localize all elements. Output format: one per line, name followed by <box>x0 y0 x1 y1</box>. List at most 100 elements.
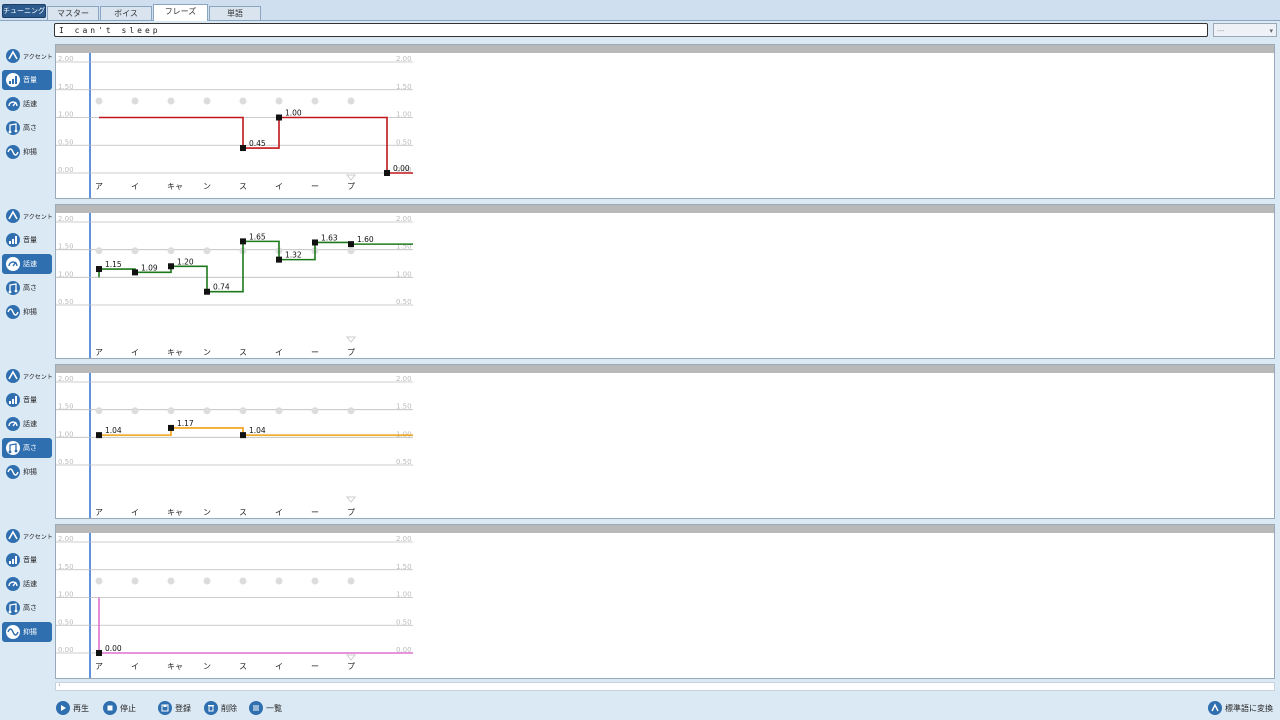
sidebar-pitch-label: 高さ <box>23 604 37 612</box>
tuning-editor-volume[interactable]: 2.00 2.00 1.50 1.50 1.00 1.00 0.50 0.50 0.00 0.00… <box>55 44 1275 199</box>
delete-icon <box>204 701 218 715</box>
stop-icon <box>103 701 117 715</box>
play-label: 再生 <box>73 703 89 713</box>
phoneme-dot <box>347 407 355 415</box>
phoneme-dot <box>203 97 211 105</box>
tuning-editor-speed[interactable]: 2.00 2.00 1.50 1.50 1.00 1.00 0.50 0.50 アイキャンスイー… <box>55 204 1275 359</box>
value-handle[interactable] <box>240 432 246 439</box>
phoneme-dot <box>95 97 103 105</box>
value-handle[interactable] <box>276 114 282 121</box>
intonation-icon <box>6 305 20 319</box>
sidebar-pitch-button[interactable]: 高さ <box>2 118 52 138</box>
sidebar-volume-label: 音量 <box>23 556 37 564</box>
sidebar-pitch-button[interactable]: 高さ <box>2 598 52 618</box>
sidebar-accent-label: アクセント <box>23 213 53 221</box>
sidebar-intonation-button[interactable]: 抑揚 <box>2 302 52 322</box>
tuning-editor-pitch[interactable]: 2.00 2.00 1.50 1.50 1.00 1.00 0.50 0.50 アイキャンスイー… <box>55 364 1275 519</box>
sidebar-volume-button[interactable]: 音量 <box>2 390 52 410</box>
tuning-graph: 2.00 2.001.50 1.501.00 1.000.50 0.50アイキャンスイー… <box>56 373 413 518</box>
tab-master[interactable]: マスター <box>47 6 99 20</box>
value-handle[interactable] <box>384 170 390 176</box>
intonation-icon <box>6 465 20 479</box>
value-handle[interactable] <box>96 650 102 656</box>
chevron-down-icon: ▾ <box>1269 27 1273 35</box>
axis-label-right: 1.00 <box>396 111 412 119</box>
kana-label: ア <box>95 348 103 357</box>
kana-label: イ <box>131 182 139 191</box>
tuning-editor-intonation[interactable]: 2.00 2.00 1.50 1.50 1.00 1.00 0.50 0.50 0.00 0.00… <box>55 524 1275 679</box>
sidebar-volume-button[interactable]: 音量 <box>2 70 52 90</box>
accent-icon <box>6 209 20 223</box>
phrase-input[interactable]: I can't sleep <box>54 23 1208 37</box>
value-handle[interactable] <box>348 241 354 248</box>
tab-phrase[interactable]: フレーズ <box>153 4 208 21</box>
axis-label-right: 2.00 <box>396 375 412 383</box>
volume-icon <box>6 393 20 407</box>
axis-label-left: 1.00 <box>58 591 74 599</box>
sidebar-speed-button[interactable]: 話速 <box>2 414 52 434</box>
value-handle[interactable] <box>276 256 282 263</box>
axis-label-left: 1.00 <box>58 270 74 278</box>
accent-icon <box>6 369 20 383</box>
value-handle[interactable] <box>168 424 174 431</box>
list-icon <box>249 701 263 715</box>
sidebar-speed-button[interactable]: 話速 <box>2 254 52 274</box>
sidebar-volume-button[interactable]: 音量 <box>2 230 52 250</box>
tuning-graph: 2.00 2.001.50 1.501.00 1.000.50 0.50アイキャンスイー… <box>56 213 413 358</box>
sidebar-intonation-button[interactable]: 抑揚 <box>2 142 52 162</box>
speed-icon <box>6 417 20 431</box>
phoneme-dot <box>311 97 319 105</box>
value-label: 1.04 <box>105 426 122 435</box>
convert-standard-button[interactable]: 標準語に変換 <box>1208 699 1273 717</box>
kana-label: プ <box>347 662 355 671</box>
value-handle[interactable] <box>204 288 210 295</box>
sidebar-volume-label: 音量 <box>23 396 37 404</box>
phoneme-dot <box>239 407 247 415</box>
value-handle[interactable] <box>240 145 246 152</box>
sidebar-pitch-label: 高さ <box>23 124 37 132</box>
sidebar-intonation-button[interactable]: 抑揚 <box>2 622 52 642</box>
sidebar-volume-button[interactable]: 音量 <box>2 550 52 570</box>
delete-button[interactable]: 削除 <box>204 699 237 717</box>
horizontal-scrollbar[interactable]: ‹ <box>55 681 1275 691</box>
sidebar-pitch-button[interactable]: 高さ <box>2 278 52 298</box>
kana-label: ア <box>95 662 103 671</box>
sidebar-accent-button[interactable]: アクセント <box>2 46 53 66</box>
sidebar-accent-button[interactable]: アクセント <box>2 206 53 226</box>
value-handle[interactable] <box>132 269 138 276</box>
value-handle[interactable] <box>240 238 246 245</box>
editor-ruler <box>56 45 1274 53</box>
tab-word[interactable]: 単語 <box>209 6 261 20</box>
editor-ruler <box>56 205 1274 213</box>
play-button[interactable]: 再生 <box>56 699 89 717</box>
preset-select[interactable]: --- ▾ <box>1213 23 1277 37</box>
list-button[interactable]: 一覧 <box>249 699 282 717</box>
sidebar-accent-button[interactable]: アクセント <box>2 526 53 546</box>
value-label: 1.17 <box>177 419 194 428</box>
tuning-button[interactable]: チューニング <box>2 4 46 18</box>
scroll-left-icon[interactable]: ‹ <box>58 681 61 689</box>
phoneme-dot <box>131 407 139 415</box>
sidebar-accent-button[interactable]: アクセント <box>2 366 53 386</box>
tab-voice[interactable]: ボイス <box>100 6 152 20</box>
axis-label-left: 0.00 <box>58 166 74 174</box>
sidebar-pitch-label: 高さ <box>23 284 37 292</box>
kana-label: プ <box>347 182 355 191</box>
phoneme-dot <box>131 247 139 255</box>
kana-label: プ <box>347 508 355 517</box>
value-handle[interactable] <box>312 239 318 246</box>
value-handle[interactable] <box>168 263 174 270</box>
register-button[interactable]: 登録 <box>158 699 191 717</box>
sidebar-speed-button[interactable]: 話速 <box>2 94 52 114</box>
axis-label-right: 1.50 <box>396 83 412 91</box>
axis-label-right: 2.00 <box>396 215 412 223</box>
sidebar-speed-button[interactable]: 話速 <box>2 574 52 594</box>
stop-button[interactable]: 停止 <box>103 699 136 717</box>
preset-select-value: --- <box>1217 27 1225 35</box>
axis-label-left: 2.00 <box>58 535 74 543</box>
value-handle[interactable] <box>96 432 102 439</box>
sidebar-intonation-button[interactable]: 抑揚 <box>2 462 52 482</box>
sidebar-pitch-button[interactable]: 高さ <box>2 438 52 458</box>
value-handle[interactable] <box>96 266 102 273</box>
axis-label-left: 2.00 <box>58 375 74 383</box>
